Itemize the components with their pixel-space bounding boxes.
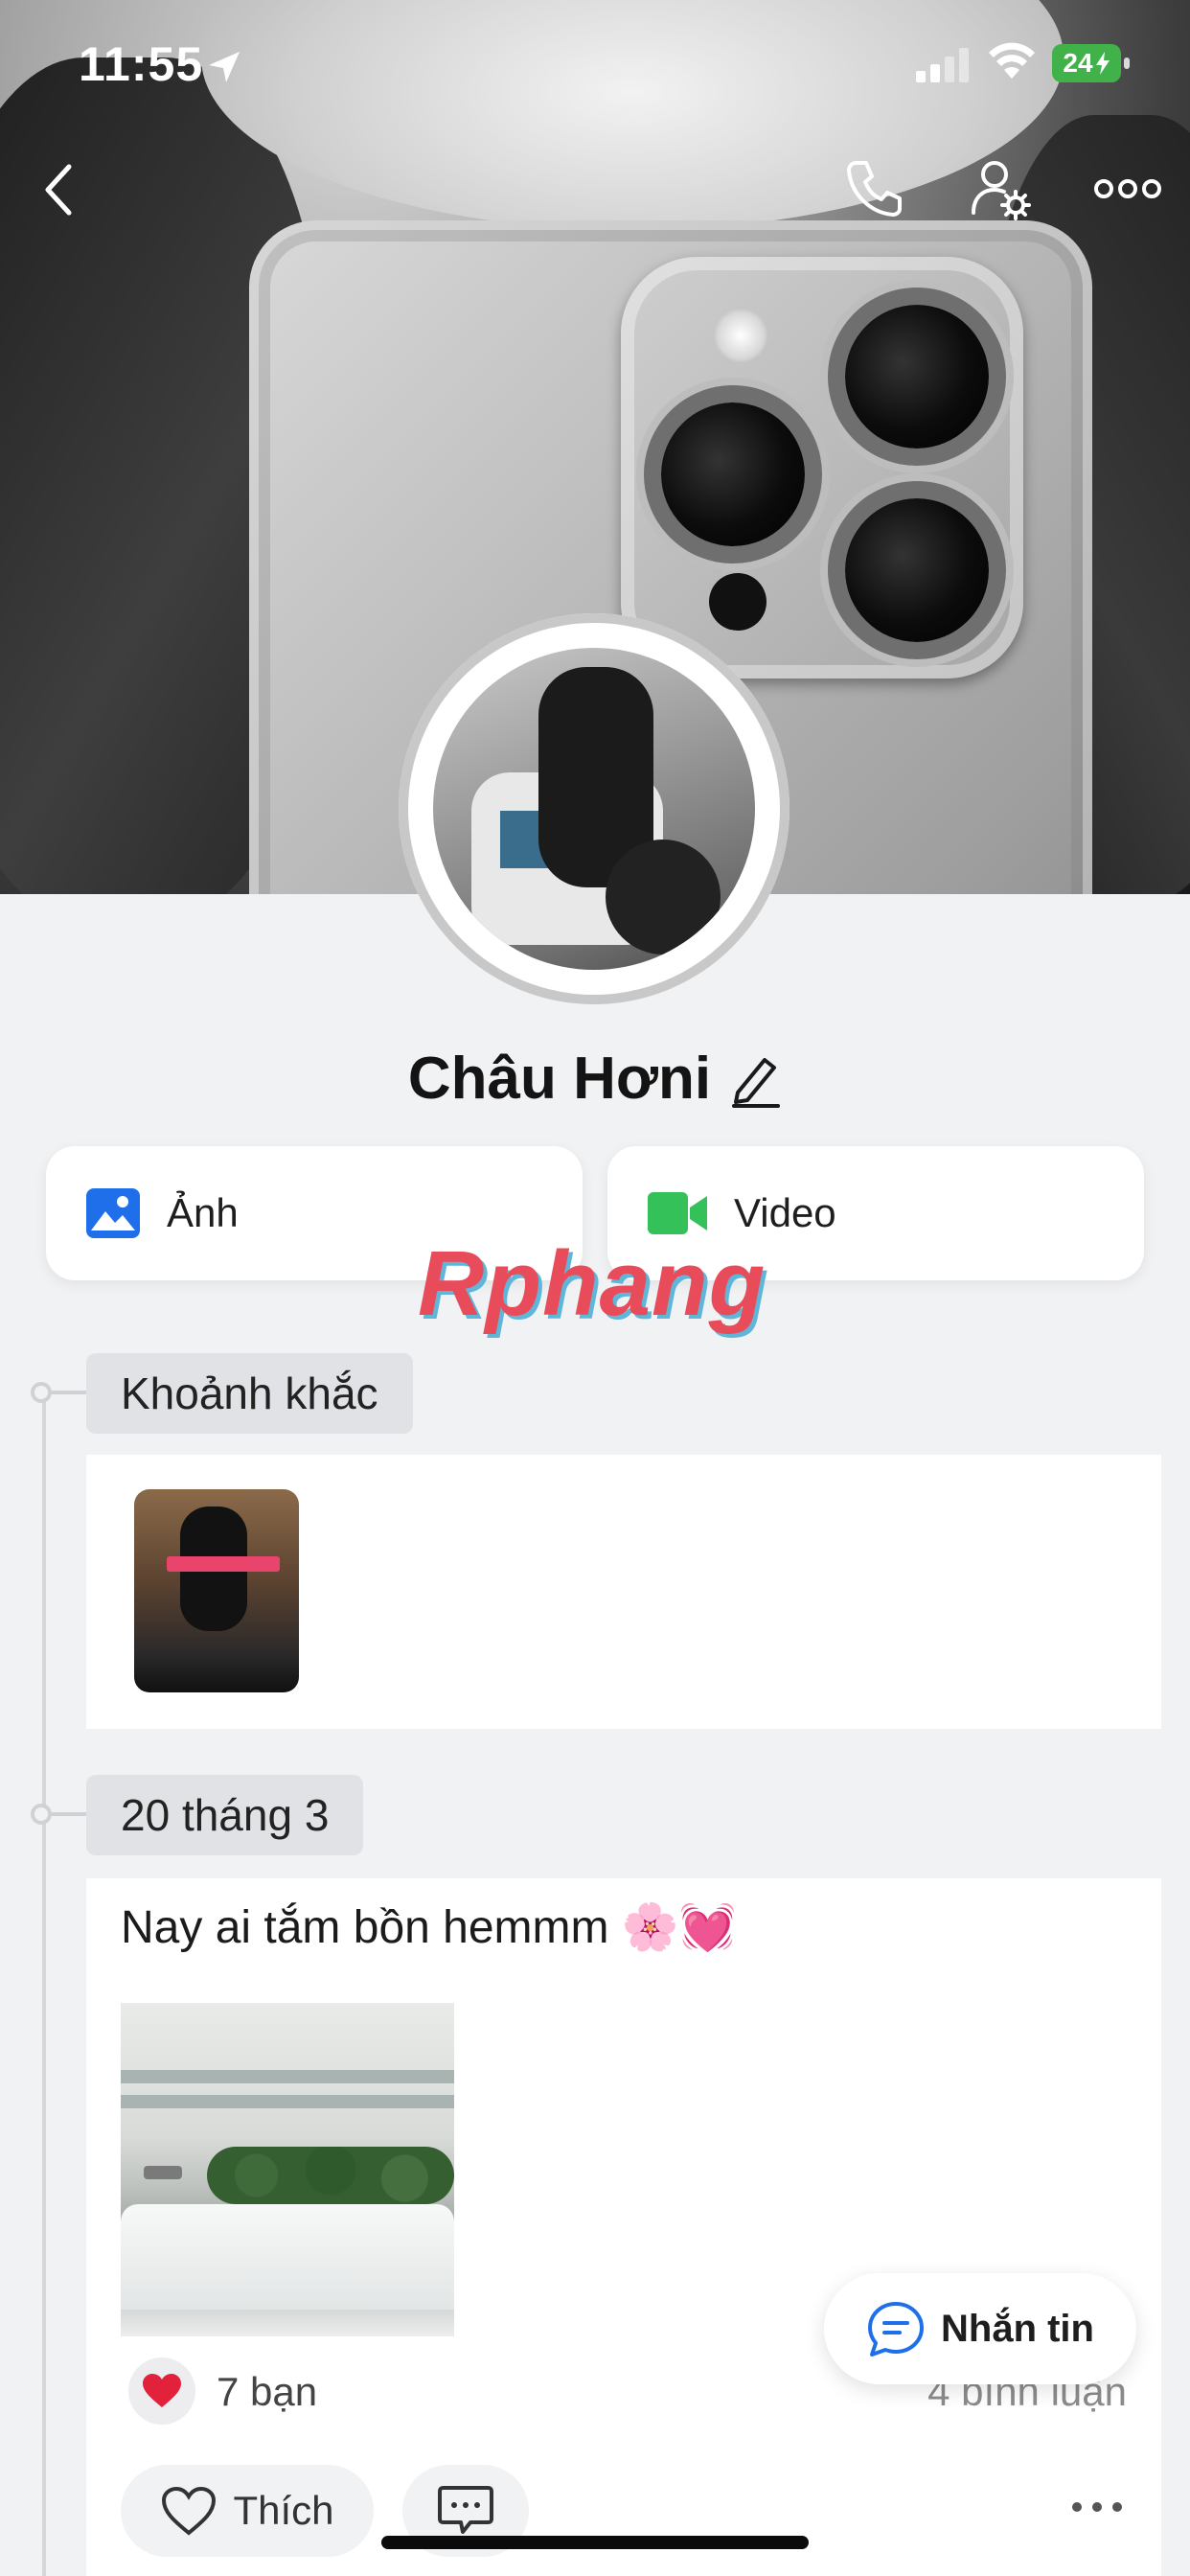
heart-outline-icon	[162, 2486, 217, 2536]
moments-header: Khoảnh khắc	[86, 1353, 413, 1434]
profile-name: Châu Hơni	[407, 1046, 712, 1112]
watermark-logo: Rphang	[418, 1232, 767, 1335]
cover-lens	[845, 498, 989, 642]
comment-bubble-icon	[438, 2486, 493, 2534]
heart-filled-icon	[143, 2374, 181, 2407]
photo-icon	[86, 1188, 140, 1238]
moment-thumbnail[interactable]	[134, 1489, 299, 1692]
cellular-signal-icon	[916, 48, 969, 82]
wall-tile-stripe	[121, 2070, 454, 2083]
battery-indicator: 24	[1052, 44, 1130, 82]
post-card: Nay ai tắm bồn hemmm 🌸💓 7 bạn 4 bình luậ…	[86, 1878, 1161, 2576]
timeline-dot	[31, 1804, 52, 1825]
avatar[interactable]	[433, 648, 755, 970]
edit-pencil-icon[interactable]	[730, 1050, 782, 1108]
post-more-icon[interactable]	[1071, 2501, 1123, 2513]
chat-bubble-icon	[868, 2302, 924, 2357]
bathtub	[121, 2204, 454, 2310]
timeline-tick	[52, 1812, 88, 1816]
status-time: 11:55	[79, 37, 204, 91]
like-button[interactable]: Thích	[121, 2465, 374, 2557]
wifi-icon	[989, 42, 1035, 79]
profile-name-row: Châu Hơni	[0, 1045, 1190, 1113]
message-button-label: Nhắn tin	[941, 2307, 1094, 2350]
reaction-count[interactable]: 7 bạn	[217, 2369, 317, 2415]
moments-card	[86, 1455, 1161, 1729]
phone-call-icon[interactable]	[843, 157, 904, 218]
cover-lens	[845, 305, 989, 448]
more-options-icon[interactable]	[1094, 176, 1161, 201]
message-button[interactable]: Nhắn tin	[824, 2273, 1136, 2384]
avatar-leg	[606, 840, 721, 954]
timeline-dot	[31, 1382, 52, 1403]
status-bar: 11:55 24	[0, 0, 1190, 134]
plants	[207, 2147, 454, 2204]
cover-lens	[661, 402, 805, 546]
back-chevron-icon[interactable]	[40, 163, 79, 217]
video-camera-icon	[648, 1192, 707, 1234]
reaction-heart[interactable]	[128, 2358, 195, 2425]
moment-caption-tag	[167, 1556, 280, 1572]
cover-flash	[714, 309, 767, 362]
post-date-header: 20 tháng 3	[86, 1775, 364, 1855]
post-text: Nay ai tắm bồn hemmm 🌸💓	[121, 1902, 737, 1953]
videos-tab-label: Video	[734, 1190, 836, 1235]
profile-settings-icon[interactable]	[970, 157, 1033, 220]
cover-sensor	[709, 573, 767, 631]
post-image[interactable]	[121, 2003, 454, 2336]
location-arrow-icon	[209, 52, 240, 82]
like-label: Thích	[233, 2488, 334, 2533]
photos-tab-label: Ảnh	[167, 1190, 239, 1235]
timeline-line	[42, 1392, 46, 2576]
battery-level: 24	[1063, 48, 1093, 78]
charging-bolt-icon	[1095, 52, 1110, 75]
timeline-tick	[52, 1391, 88, 1394]
home-indicator[interactable]	[381, 2536, 809, 2549]
wall-tile-stripe	[121, 2095, 454, 2108]
faucet	[144, 2166, 182, 2179]
